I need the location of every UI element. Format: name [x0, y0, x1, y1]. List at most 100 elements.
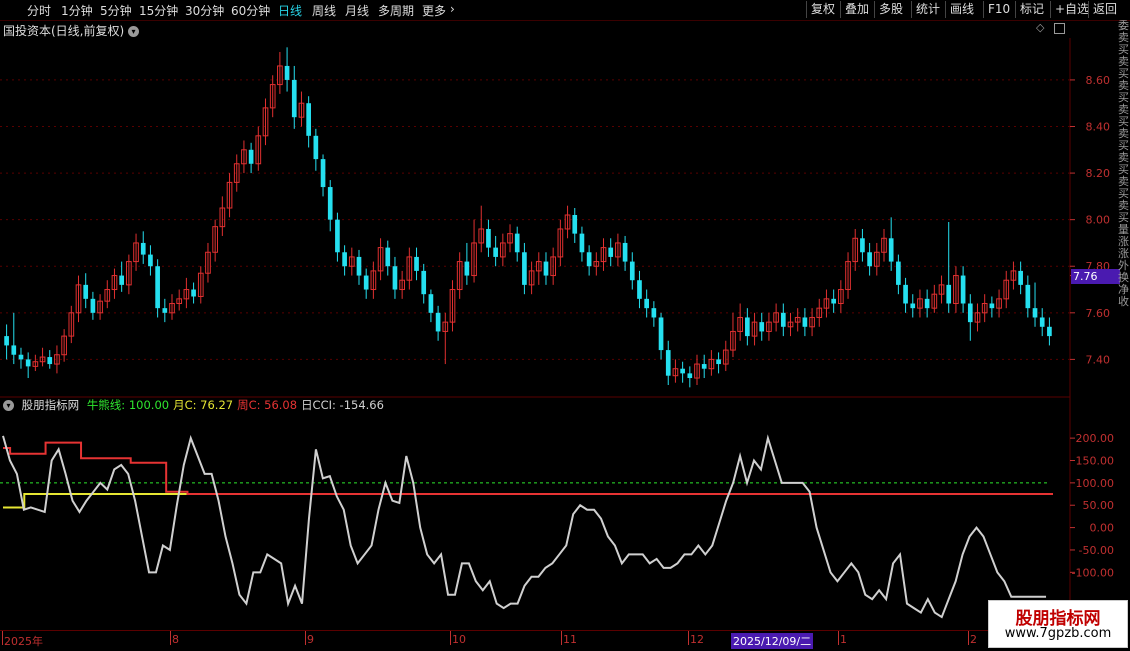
price-tick-label: 7.60	[1086, 307, 1111, 320]
period-tab-6[interactable]: 日线	[278, 2, 302, 19]
cci-tick-label: 50.00	[1083, 499, 1115, 512]
date-label-1: 8	[172, 633, 179, 646]
cci-tick-label: 200.00	[1076, 432, 1115, 445]
candle-body	[493, 247, 498, 257]
candle-body	[860, 238, 865, 253]
indicator-value-0: 牛熊线: 100.00	[86, 398, 170, 412]
candle-body	[637, 280, 642, 299]
toolbar-button-4[interactable]: 画线	[945, 1, 978, 18]
toolbar-button-7[interactable]: +自选	[1050, 1, 1093, 18]
candle-body	[284, 65, 290, 80]
candle-body	[4, 336, 9, 346]
candle-body	[522, 252, 527, 285]
date-tick	[450, 631, 451, 645]
candle-body	[327, 187, 333, 220]
cci-tick-label: 0.00	[1090, 522, 1115, 535]
series-line-2	[3, 441, 1053, 496]
candlestick-chart[interactable]: 7.407.607.808.008.208.408.60-100.00-50.0…	[0, 20, 1130, 630]
date-label-6: 2025/12/09/二	[731, 633, 814, 649]
date-tick	[305, 631, 306, 645]
candle-body	[586, 252, 592, 267]
candle-body	[780, 312, 786, 327]
candle-body	[514, 233, 520, 253]
period-tab-8[interactable]: 月线	[345, 2, 369, 19]
price-tick-label: 7.40	[1086, 353, 1111, 366]
period-tab-1[interactable]: 1分钟	[61, 2, 93, 19]
candle-body	[910, 303, 916, 309]
period-tab-4[interactable]: 30分钟	[185, 2, 224, 19]
date-tick	[2, 631, 3, 645]
date-label-5: 12	[690, 633, 704, 646]
indicator-dropdown-icon[interactable]: ▾	[3, 400, 14, 411]
period-tab-5[interactable]: 60分钟	[231, 2, 270, 19]
candle-body	[989, 303, 995, 309]
toolbar-button-8[interactable]: 返回	[1088, 1, 1121, 18]
date-label-8: 2	[970, 633, 977, 646]
candle-body	[320, 159, 326, 188]
candle-body	[155, 266, 160, 309]
toolbar-button-0[interactable]: 复权	[806, 1, 839, 18]
candle-body	[867, 252, 872, 267]
period-tab-3[interactable]: 15分钟	[139, 2, 178, 19]
date-label-3: 10	[452, 633, 466, 646]
candle-body	[543, 261, 549, 276]
candle-body	[960, 275, 966, 304]
series-line-1	[3, 493, 1053, 509]
candle-body	[759, 322, 765, 332]
cci-tick-label: -50.00	[1079, 544, 1114, 557]
candle-body	[414, 256, 419, 271]
toolbar-button-2[interactable]: 多股	[874, 1, 907, 18]
cci-tick-label: -100.00	[1072, 566, 1114, 579]
candle-body	[1032, 308, 1038, 318]
candle-body	[47, 357, 53, 365]
price-tick-label: 8.20	[1086, 167, 1111, 180]
candle-body	[831, 298, 836, 304]
period-toolbar: 分时 1分钟 5分钟 15分钟 30分钟 60分钟 日线 周线 月线 多周期 更多 › 复权 叠加 多股统…	[0, 0, 1130, 21]
period-tab-0[interactable]: 分时	[27, 2, 51, 19]
toolbar-button-1[interactable]: 叠加	[840, 1, 873, 18]
price-tick-label: 8.60	[1086, 74, 1111, 87]
candle-body	[802, 317, 808, 327]
watermark-url: www.7gpzb.com	[1004, 626, 1112, 641]
period-tab-9[interactable]: 多周期	[378, 2, 414, 19]
right-side-panel[interactable]: 委卖买卖买卖买卖买卖买卖买卖买卖买量涨涨外换净收	[1118, 20, 1130, 630]
candle-body	[248, 149, 254, 164]
indicator-name: 股朋指标网	[21, 398, 80, 412]
date-tick	[688, 631, 689, 645]
candle-body	[148, 254, 153, 267]
candle-body	[392, 266, 398, 290]
candle-body	[1018, 270, 1023, 285]
candle-body	[1039, 317, 1045, 327]
indicator-header: ▾ 股朋指标网 牛熊线: 100.00 月C: 76.27 周C: 56.08 日CC…	[0, 397, 392, 413]
candle-body	[579, 233, 585, 253]
date-label-4: 11	[563, 633, 577, 646]
candle-body	[11, 345, 17, 355]
candle-body	[622, 242, 628, 262]
period-tab-2[interactable]: 5分钟	[100, 2, 132, 19]
period-tab-10[interactable]: 更多	[422, 2, 446, 19]
price-tick-label: 8.00	[1086, 214, 1111, 227]
candle-body	[608, 247, 614, 257]
candle-body	[162, 308, 168, 313]
candle-body	[701, 364, 707, 369]
candle-body	[291, 79, 297, 118]
candle-body	[313, 135, 319, 160]
candle-body	[435, 312, 441, 332]
indicator-value-3: 日CCI: -154.66	[301, 398, 384, 412]
price-tick-label: 8.40	[1086, 121, 1111, 134]
candle-body	[665, 350, 671, 376]
candle-body	[90, 298, 96, 313]
toolbar-button-3[interactable]: 统计	[911, 1, 944, 18]
toolbar-button-5[interactable]: F10	[983, 1, 1014, 18]
toolbar-button-6[interactable]: 标记	[1015, 1, 1048, 18]
candle-body	[651, 308, 657, 318]
date-tick	[561, 631, 562, 645]
indicator-value-1: 月C: 76.27	[173, 398, 234, 412]
candle-body	[356, 256, 362, 276]
candle-body	[658, 317, 664, 351]
candle-body	[1047, 326, 1052, 337]
more-chevron-icon[interactable]: ›	[450, 2, 455, 16]
period-tab-7[interactable]: 周线	[312, 2, 336, 19]
candle-body	[629, 261, 635, 281]
candle-body	[687, 373, 693, 379]
